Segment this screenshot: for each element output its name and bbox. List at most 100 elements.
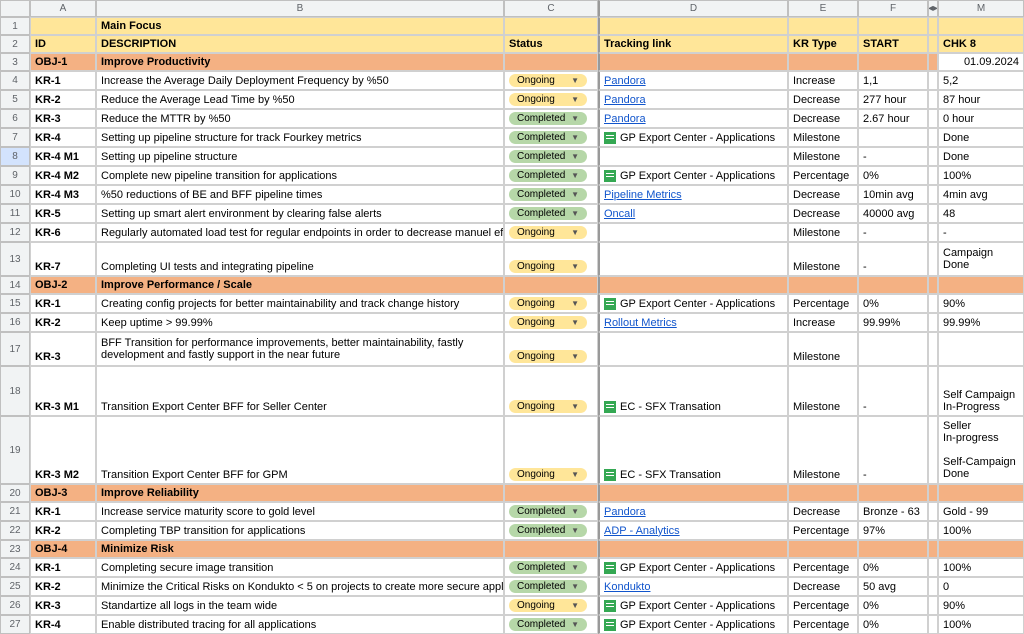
cell[interactable]: [928, 416, 938, 484]
row-header[interactable]: 13: [0, 242, 30, 276]
status-cell[interactable]: Completed▼: [504, 615, 598, 634]
cell[interactable]: [938, 540, 1024, 558]
kr-id[interactable]: KR-2: [30, 313, 96, 332]
status-pill[interactable]: Ongoing▼: [509, 400, 587, 413]
kr-desc[interactable]: Completing TBP transition for applicatio…: [96, 521, 504, 540]
chk-value[interactable]: 100%: [938, 558, 1024, 577]
kr-desc[interactable]: Increase the Average Daily Deployment Fr…: [96, 71, 504, 90]
kr-id[interactable]: KR-3 M1: [30, 366, 96, 416]
kr-type[interactable]: Decrease: [788, 502, 858, 521]
cell[interactable]: [858, 276, 928, 294]
chk-value[interactable]: Done: [938, 147, 1024, 166]
chk-value[interactable]: 0: [938, 577, 1024, 596]
chk-value[interactable]: Done: [938, 128, 1024, 147]
tracking-cell[interactable]: Pandora: [598, 502, 788, 521]
tracking-cell[interactable]: Rollout Metrics: [598, 313, 788, 332]
start-value[interactable]: 0%: [858, 596, 928, 615]
chk-value[interactable]: 48: [938, 204, 1024, 223]
kr-type[interactable]: Percentage: [788, 615, 858, 634]
row-header[interactable]: 6: [0, 109, 30, 128]
row-header[interactable]: 18: [0, 366, 30, 416]
status-pill[interactable]: Completed▼: [509, 169, 587, 182]
kr-type[interactable]: Milestone: [788, 128, 858, 147]
cell[interactable]: [938, 276, 1024, 294]
tracking-cell[interactable]: GP Export Center - Applications: [598, 615, 788, 634]
status-pill[interactable]: Ongoing▼: [509, 226, 587, 239]
tracking-link[interactable]: EC - SFX Transation: [620, 469, 721, 481]
cell[interactable]: [928, 484, 938, 502]
status-cell[interactable]: Completed▼: [504, 166, 598, 185]
cell[interactable]: [928, 53, 938, 71]
kr-type[interactable]: Milestone: [788, 223, 858, 242]
start-value[interactable]: 97%: [858, 521, 928, 540]
chk-value[interactable]: Seller In-progress Self-Campaign Done: [938, 416, 1024, 484]
status-pill[interactable]: Completed▼: [509, 188, 587, 201]
header-tracking[interactable]: Tracking link: [598, 35, 788, 53]
obj-desc[interactable]: Improve Performance / Scale: [96, 276, 504, 294]
tracking-link[interactable]: Pipeline Metrics: [604, 189, 682, 201]
cell[interactable]: [928, 332, 938, 366]
kr-desc[interactable]: Transition Export Center BFF for GPM: [96, 416, 504, 484]
cell[interactable]: [504, 17, 598, 35]
cell[interactable]: [598, 17, 788, 35]
start-value[interactable]: -: [858, 366, 928, 416]
kr-desc[interactable]: Regularly automated load test for regula…: [96, 223, 504, 242]
status-pill[interactable]: Completed▼: [509, 207, 587, 220]
cell[interactable]: [504, 53, 598, 71]
kr-desc[interactable]: Keep uptime > 99.99%: [96, 313, 504, 332]
check-date[interactable]: 01.09.2024: [938, 53, 1024, 71]
kr-desc[interactable]: Transition Export Center BFF for Seller …: [96, 366, 504, 416]
tracking-link[interactable]: Pandora: [604, 113, 646, 125]
row-header[interactable]: 16: [0, 313, 30, 332]
kr-desc[interactable]: Minimize the Critical Risks on Kondukto …: [96, 577, 504, 596]
cell[interactable]: [928, 185, 938, 204]
start-value[interactable]: 1,1: [858, 71, 928, 90]
tracking-cell[interactable]: [598, 242, 788, 276]
status-pill[interactable]: Completed▼: [509, 618, 587, 631]
status-pill[interactable]: Completed▼: [509, 524, 587, 537]
header-id[interactable]: ID: [30, 35, 96, 53]
cell[interactable]: [928, 128, 938, 147]
tracking-link[interactable]: Oncall: [604, 208, 635, 220]
status-cell[interactable]: Completed▼: [504, 147, 598, 166]
tracking-link[interactable]: GP Export Center - Applications: [620, 600, 775, 612]
row-header[interactable]: 12: [0, 223, 30, 242]
status-pill[interactable]: Completed▼: [509, 112, 587, 125]
kr-id[interactable]: KR-3: [30, 596, 96, 615]
kr-id[interactable]: KR-1: [30, 502, 96, 521]
cell[interactable]: [928, 577, 938, 596]
status-pill[interactable]: Ongoing▼: [509, 260, 587, 273]
kr-type[interactable]: Percentage: [788, 521, 858, 540]
chk-value[interactable]: 99.99%: [938, 313, 1024, 332]
cell[interactable]: [598, 53, 788, 71]
kr-id[interactable]: KR-1: [30, 558, 96, 577]
start-value[interactable]: [858, 128, 928, 147]
chk-value[interactable]: 100%: [938, 521, 1024, 540]
kr-desc[interactable]: Standartize all logs in the team wide: [96, 596, 504, 615]
chk-value[interactable]: 4min avg: [938, 185, 1024, 204]
kr-id[interactable]: KR-2: [30, 577, 96, 596]
chk-value[interactable]: Gold - 99: [938, 502, 1024, 521]
obj-id[interactable]: OBJ-4: [30, 540, 96, 558]
start-value[interactable]: 99.99%: [858, 313, 928, 332]
kr-type[interactable]: Milestone: [788, 147, 858, 166]
start-value[interactable]: -: [858, 416, 928, 484]
tracking-cell[interactable]: GP Export Center - Applications: [598, 558, 788, 577]
obj-desc[interactable]: Improve Reliability: [96, 484, 504, 502]
corner-cell[interactable]: [0, 0, 30, 17]
tracking-cell[interactable]: [598, 147, 788, 166]
cell[interactable]: [858, 53, 928, 71]
cell[interactable]: [928, 313, 938, 332]
kr-type[interactable]: Milestone: [788, 332, 858, 366]
cell[interactable]: [598, 484, 788, 502]
kr-id[interactable]: KR-5: [30, 204, 96, 223]
row-header[interactable]: 19: [0, 416, 30, 484]
chk-value[interactable]: 100%: [938, 166, 1024, 185]
status-cell[interactable]: Ongoing▼: [504, 223, 598, 242]
cell[interactable]: [858, 484, 928, 502]
tracking-link[interactable]: Pandora: [604, 75, 646, 87]
cell[interactable]: [504, 484, 598, 502]
cell[interactable]: [928, 35, 938, 53]
kr-id[interactable]: KR-3: [30, 109, 96, 128]
status-pill[interactable]: Completed▼: [509, 131, 587, 144]
